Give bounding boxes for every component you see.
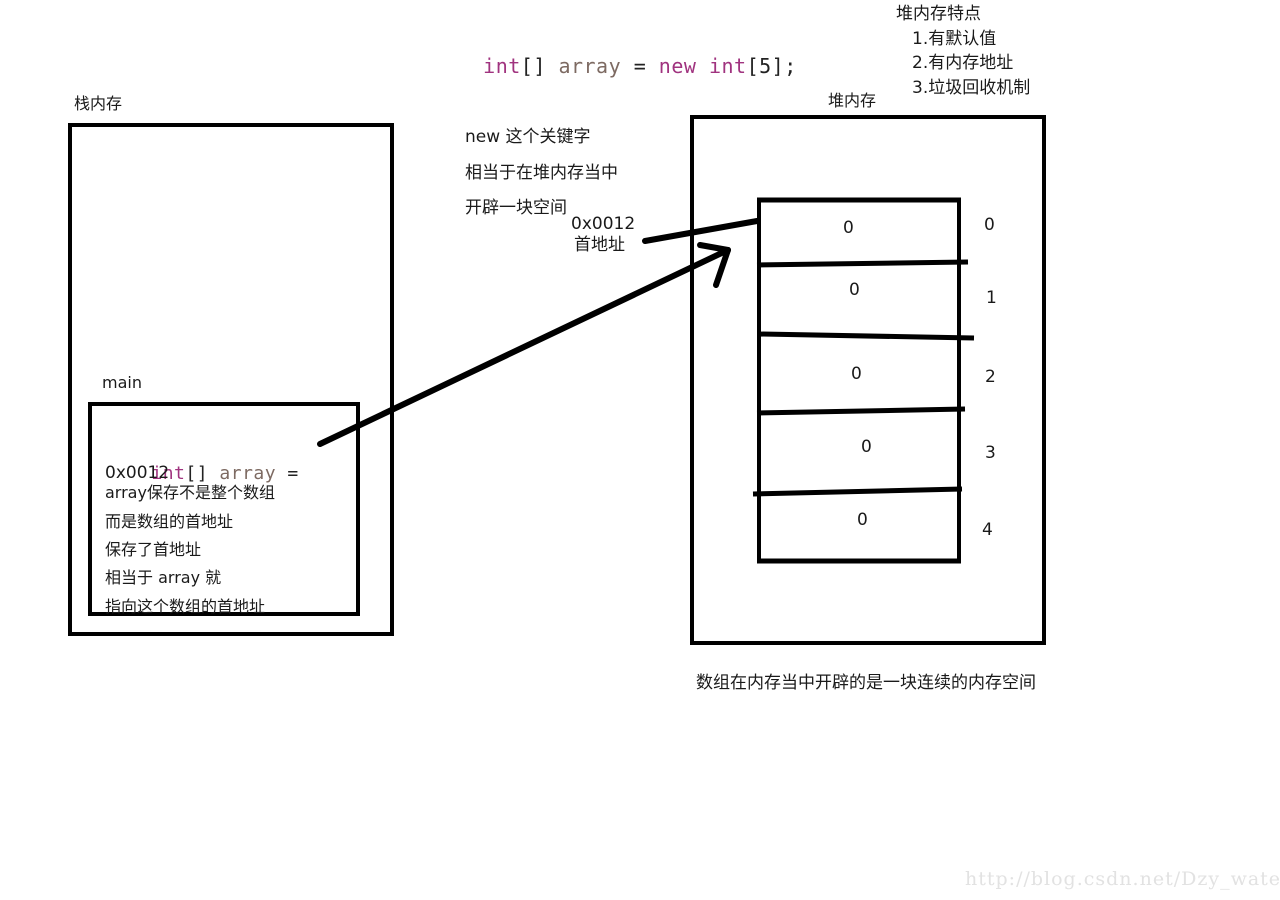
- new-keyword-note-line-0: new 这个关键字: [465, 127, 591, 147]
- array-cell-value-0: 0: [843, 218, 854, 238]
- code-token-new: new: [658, 54, 697, 78]
- array-cell-value-3: 0: [861, 437, 872, 457]
- code-token-space-2: [696, 54, 709, 78]
- stack-frame-label: main: [102, 373, 142, 392]
- diagram-canvas: int[] array = new int[5]; 堆内存特点 1.有默认值 2…: [0, 0, 1280, 900]
- code-token-brackets-1: []: [520, 54, 546, 78]
- new-keyword-note: new 这个关键字 相当于在堆内存当中 开辟一块空间: [465, 125, 618, 221]
- frame-note-1: 而是数组的首地址: [105, 512, 234, 531]
- new-keyword-note-line-1: 相当于在堆内存当中: [465, 162, 618, 183]
- heap-features-note: 堆内存特点 1.有默认值 2.有内存地址 3.垃圾回收机制: [896, 2, 1030, 101]
- heap-features-item-2: 3.垃圾回收机制: [912, 77, 1031, 98]
- frame-note-3: 相当于 array 就: [105, 568, 222, 587]
- array-index-0: 0: [984, 215, 995, 235]
- frame-address-value: 0x0012: [105, 463, 170, 483]
- frame-note-4: 指向这个数组的首地址: [105, 597, 266, 616]
- code-token-equals: =: [621, 54, 659, 78]
- code-token-int-1: int: [483, 54, 521, 78]
- watermark: http://blog.csdn.net/Dzy_water: [965, 868, 1280, 890]
- array-cell-value-4: 0: [857, 510, 868, 530]
- array-index-4: 4: [982, 520, 993, 540]
- heap-caption: 数组在内存当中开辟的是一块连续的内存空间: [696, 673, 1036, 693]
- array-index-2: 2: [985, 367, 996, 387]
- heap-features-item-1: 2.有内存地址: [912, 53, 1014, 74]
- code-token-size: [5];: [746, 54, 797, 78]
- heap-features-title: 堆内存特点: [896, 4, 981, 24]
- array-cell-3: [757, 411, 961, 489]
- head-address-value: 0x0012: [571, 214, 636, 234]
- array-index-3: 3: [985, 443, 996, 463]
- array-cell-value-1: 0: [849, 280, 860, 300]
- code-token-space-1: [546, 54, 559, 78]
- head-address-label: 首地址: [574, 235, 625, 255]
- frame-note-0: array保存不是整个数组: [105, 483, 275, 502]
- code-statement: int[] array = new int[5];: [433, 30, 797, 102]
- heap-features-item-0: 1.有默认值: [912, 28, 997, 49]
- stack-memory-label: 栈内存: [74, 94, 123, 113]
- frame-note-2: 保存了首地址: [105, 540, 202, 559]
- array-index-1: 1: [986, 288, 997, 308]
- code-token-int-2: int: [708, 54, 747, 78]
- array-cell-0: [757, 199, 961, 267]
- frame-code-token-equals: =: [276, 463, 299, 484]
- code-token-array: array: [558, 54, 622, 78]
- array-cell-value-2: 0: [851, 364, 862, 384]
- array-cell-1: [757, 267, 961, 337]
- heap-memory-label: 堆内存: [828, 91, 877, 110]
